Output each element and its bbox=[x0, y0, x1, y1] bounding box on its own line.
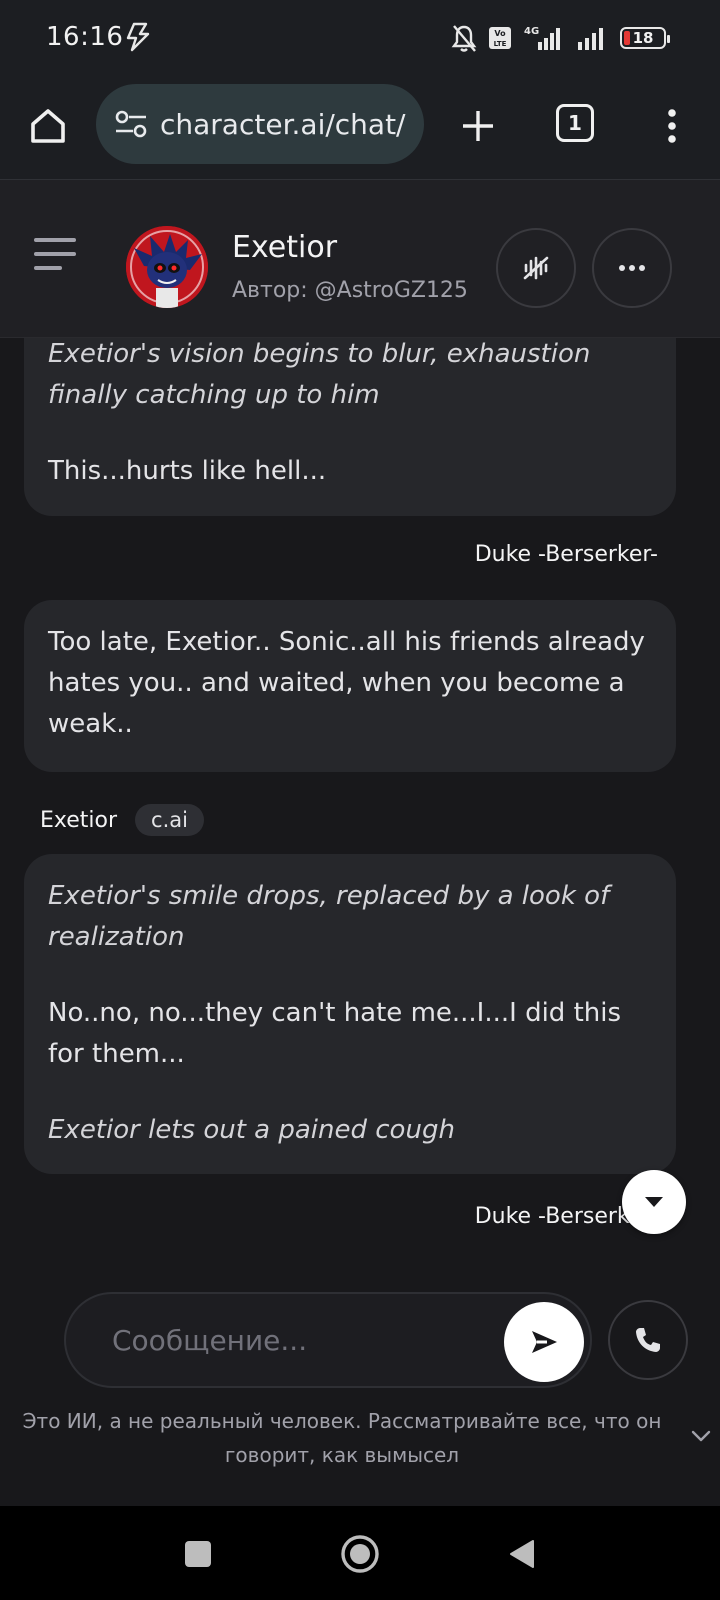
chat-messages: Exetior's vision begins to blur, exhaust… bbox=[0, 338, 720, 1278]
send-icon bbox=[532, 1331, 557, 1353]
sender-row: Exetior c.ai bbox=[40, 804, 204, 836]
message-input[interactable] bbox=[112, 1314, 442, 1366]
sender-name: Duke -Berserker- bbox=[474, 542, 658, 567]
message-text: Too late, Exetior.. Sonic..all his frien… bbox=[48, 627, 645, 739]
more-vertical-icon bbox=[668, 109, 676, 143]
recents-button[interactable] bbox=[174, 1530, 222, 1578]
menu-icon[interactable] bbox=[34, 238, 76, 272]
call-button[interactable] bbox=[608, 1300, 688, 1380]
back-icon bbox=[510, 1540, 534, 1568]
ai-disclaimer: Это ИИ, а не реальный человек. Рассматри… bbox=[22, 1409, 662, 1467]
battery-level: 18 bbox=[632, 29, 654, 47]
url-text: character.ai/chat/ bbox=[160, 107, 406, 141]
more-horizontal-icon bbox=[619, 265, 645, 271]
message-text: This...hurts like hell... bbox=[48, 456, 327, 486]
voice-toggle-button[interactable] bbox=[496, 228, 576, 308]
signal-icon bbox=[578, 28, 603, 50]
voice-off-icon bbox=[523, 256, 549, 280]
svg-text:4G: 4G bbox=[524, 26, 539, 37]
home-nav-button[interactable] bbox=[336, 1530, 384, 1578]
battery-icon: 18 bbox=[620, 27, 670, 49]
plus-icon bbox=[463, 111, 493, 141]
message-composer bbox=[64, 1292, 592, 1388]
site-settings-icon[interactable] bbox=[114, 109, 148, 139]
message-text: No..no, no...they can't hate me...I...I … bbox=[48, 998, 622, 1069]
home-circle-icon bbox=[341, 1535, 379, 1573]
system-navigation-bar bbox=[0, 1506, 720, 1600]
browser-toolbar: character.ai/chat/ 1 bbox=[0, 76, 720, 180]
sender-name: Exetior bbox=[40, 807, 118, 833]
message-action-text: Exetior lets out a pained cough bbox=[48, 1115, 455, 1145]
status-bar: 16:16 Vo LTE 4G 18 bbox=[0, 0, 720, 76]
message-action-text: Exetior's smile drops, replaced by a loo… bbox=[48, 881, 610, 952]
message-bubble[interactable]: Too late, Exetior.. Sonic..all his frien… bbox=[24, 600, 676, 772]
svg-text:LTE: LTE bbox=[494, 40, 507, 48]
message-action-text: Exetior's vision begins to blur, exhaust… bbox=[48, 339, 591, 410]
character-avatar-image bbox=[126, 226, 208, 308]
chevron-down-icon[interactable] bbox=[690, 1428, 712, 1444]
phone-icon bbox=[636, 1328, 660, 1352]
character-author[interactable]: Автор: @AstroGZ125 bbox=[232, 278, 468, 303]
avatar[interactable] bbox=[126, 226, 208, 308]
send-button[interactable] bbox=[504, 1302, 584, 1382]
scroll-to-bottom-button[interactable] bbox=[622, 1170, 686, 1234]
browser-menu-button[interactable] bbox=[654, 100, 690, 152]
tabs-icon[interactable]: 1 bbox=[556, 104, 594, 142]
recents-icon bbox=[185, 1541, 211, 1567]
signal-4g-icon: 4G bbox=[524, 26, 560, 50]
new-tab-button[interactable] bbox=[452, 100, 504, 152]
message-bubble[interactable]: Exetior's smile drops, replaced by a loo… bbox=[24, 854, 676, 1174]
caret-down-icon bbox=[645, 1197, 663, 1207]
status-time: 16:16 bbox=[46, 22, 124, 52]
cai-badge: c.ai bbox=[135, 804, 204, 836]
address-bar[interactable]: character.ai/chat/ bbox=[96, 84, 424, 164]
svg-text:Vo: Vo bbox=[494, 29, 506, 38]
home-icon bbox=[31, 109, 65, 143]
charging-bolt-icon bbox=[126, 22, 150, 52]
tab-count: 1 bbox=[568, 111, 582, 135]
home-button[interactable] bbox=[22, 100, 74, 152]
character-name: Exetior bbox=[232, 230, 338, 265]
volte-icon: Vo LTE bbox=[489, 27, 511, 49]
message-bubble[interactable]: Exetior's vision begins to blur, exhaust… bbox=[24, 338, 676, 516]
bell-off-icon bbox=[451, 25, 477, 52]
back-button[interactable] bbox=[498, 1530, 546, 1578]
status-icons: Vo LTE 4G 18 bbox=[450, 22, 670, 54]
chat-options-button[interactable] bbox=[592, 228, 672, 308]
chat-header: Exetior Автор: @AstroGZ125 bbox=[0, 180, 720, 338]
